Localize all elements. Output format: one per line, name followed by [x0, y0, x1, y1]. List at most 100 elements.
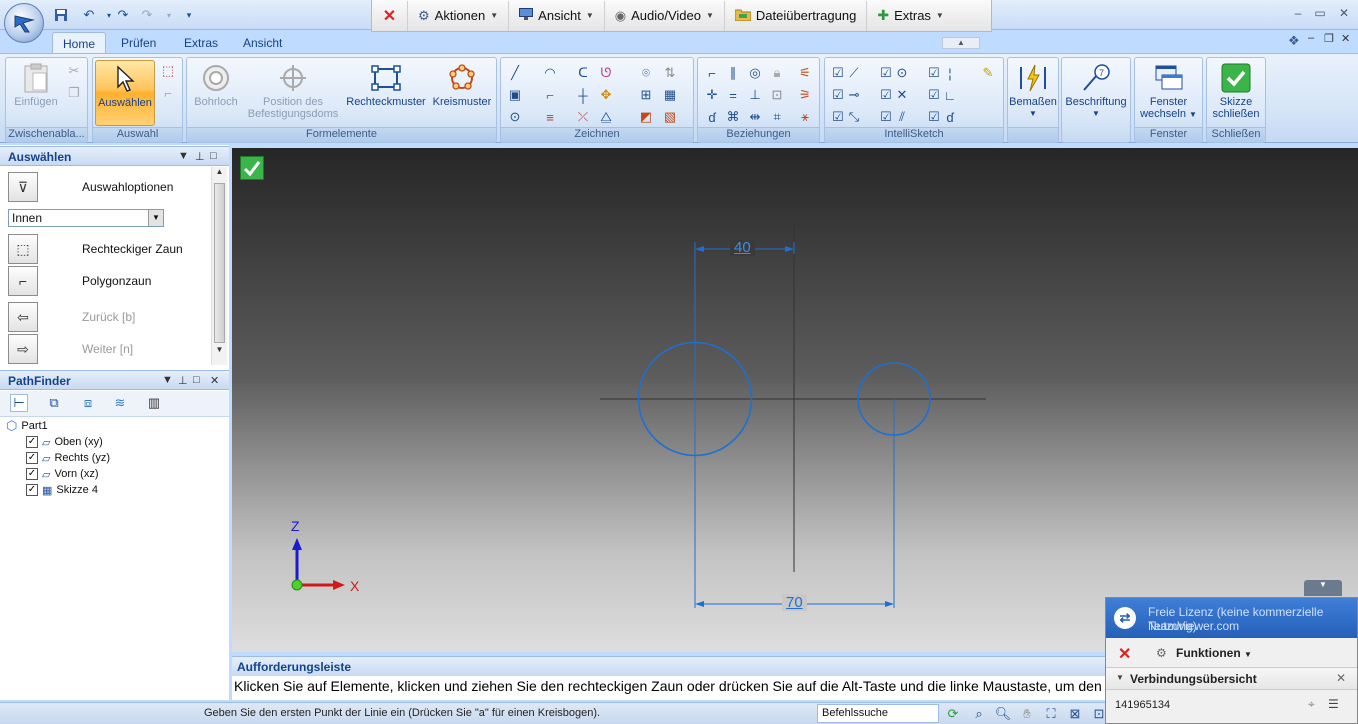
refresh-icon[interactable]: ⟳ — [944, 705, 962, 723]
maximize-icon[interactable]: ▭ — [1310, 6, 1330, 22]
fillet-icon[interactable]: ⌐ — [541, 86, 559, 104]
tab-ansicht[interactable]: Ansicht — [233, 32, 292, 54]
layers-icon[interactable]: ≋ — [111, 394, 129, 412]
rect-fence-row[interactable]: ⬚ Rechteckiger Zaun — [8, 234, 208, 264]
close-icon[interactable]: ✕ — [1118, 644, 1131, 664]
circle-icon[interactable]: ⊙ — [506, 108, 524, 126]
pin-icon[interactable]: ⊥ — [195, 150, 205, 163]
panel-menu-icon[interactable]: ▼ — [178, 150, 189, 162]
undo-icon[interactable]: ↶ — [80, 6, 98, 24]
tv-menu-aktionen[interactable]: ⚙ Aktionen ▼ — [408, 0, 510, 31]
concentric-icon[interactable]: ◎ — [746, 64, 764, 82]
doc-restore-icon[interactable]: ❐ — [1324, 32, 1334, 45]
extend-icon[interactable]: ⤫ — [574, 108, 592, 126]
select-button[interactable]: Auswählen — [95, 60, 155, 126]
application-button[interactable] — [4, 3, 44, 43]
doc-close-icon[interactable]: ✕ — [1341, 32, 1350, 45]
tab-pruefen[interactable]: Prüfen — [111, 32, 166, 54]
intellisketch-options-icon[interactable]: ✎ — [979, 64, 997, 82]
tv-menu-extras[interactable]: ✚ Extras ▼ — [867, 1, 954, 31]
select-options-row[interactable]: ⊽ Auswahloptionen — [8, 172, 208, 202]
rectangle-icon[interactable]: ▣ — [506, 86, 524, 104]
view-orient-icon[interactable]: ⊠ — [1066, 705, 1084, 723]
zoom-icon[interactable]: 🔍︎ — [994, 705, 1012, 723]
help-book-icon[interactable]: ❖ — [1288, 33, 1300, 49]
tree-root[interactable]: ⬡ Part1 — [6, 418, 48, 434]
dimension-button[interactable]: Bemaßen ▼ — [1008, 60, 1058, 126]
visibility-checkbox[interactable]: ✓ — [26, 468, 38, 480]
tab-home[interactable]: Home — [52, 32, 107, 54]
tree-view-icon[interactable]: ⊢ — [10, 394, 28, 412]
close-window-icon[interactable]: ✕ — [1334, 6, 1354, 22]
menu-icon[interactable]: ☰ — [1328, 697, 1339, 711]
tangent-arc-icon[interactable]: ᑕ — [574, 64, 592, 82]
project-icon[interactable]: ⌾ — [637, 64, 655, 82]
pin-icon[interactable]: ⊥ — [178, 374, 188, 387]
save-icon[interactable] — [52, 6, 70, 24]
collapse-icon[interactable]: ▼ — [1116, 673, 1124, 682]
redo-icon[interactable]: ↷ — [114, 6, 132, 24]
symmetric-icon[interactable]: ⌘ — [724, 108, 742, 126]
zoom-area-icon[interactable]: ⌕ — [970, 705, 988, 723]
perpendicular-icon[interactable]: ⊥ — [746, 86, 764, 104]
rect-pattern-button[interactable]: Rechteckmuster — [343, 60, 429, 126]
horizontal-vertical-icon[interactable]: ✛ — [703, 86, 721, 104]
equal-icon[interactable]: = — [724, 86, 742, 104]
panel-menu-icon[interactable]: ▼ — [162, 374, 173, 386]
hatch-icon[interactable]: ▧ — [661, 108, 679, 126]
arc-icon[interactable]: ◠ — [541, 64, 559, 82]
include-icon[interactable]: ⊞ — [637, 86, 655, 104]
move-icon[interactable]: ✥ — [597, 86, 615, 104]
close-icon[interactable]: ✕ — [372, 0, 408, 31]
collinear-icon[interactable]: ⌗ — [768, 108, 786, 126]
tab-extras[interactable]: Extras — [174, 32, 228, 54]
scroll-down-icon[interactable]: ▼ — [212, 345, 227, 359]
pan-icon[interactable]: ✋︎ — [1018, 705, 1036, 723]
fill-icon[interactable]: ◩ — [637, 108, 655, 126]
tv-menu-dateiuebertragung[interactable]: Dateiübertragung — [725, 0, 868, 31]
line-icon[interactable]: ╱ — [506, 64, 524, 82]
tree-item[interactable]: ✓ ▱ Vorn (xz) — [26, 466, 98, 482]
doc-minimize-icon[interactable]: – — [1308, 32, 1314, 44]
assembly-icon[interactable]: ⧈ — [79, 394, 97, 412]
customize-qat-icon[interactable]: ▾ — [180, 6, 198, 24]
tree-item[interactable]: ✓ ▱ Oben (xy) — [26, 434, 103, 450]
trim-icon[interactable]: ┼ — [574, 86, 592, 104]
tree-item[interactable]: ✓ ▦ Skizze 4 — [26, 482, 98, 498]
panel-float-icon[interactable]: □ — [210, 150, 217, 162]
tv-panel-toggle-icon[interactable]: ▼ — [1304, 580, 1342, 596]
visibility-checkbox[interactable]: ✓ — [26, 452, 38, 464]
tree-item[interactable]: ✓ ▱ Rechts (yz) — [26, 450, 110, 466]
poly-fence-row[interactable]: ⌐ Polygonzaun — [8, 266, 208, 296]
scrollbar[interactable]: ▲ ▼ — [211, 167, 227, 365]
tv-connection-row[interactable]: 141965134 ⌖ ☰ — [1106, 690, 1357, 720]
symmetry-axis-icon[interactable]: ⇹ — [746, 108, 764, 126]
tv-menu-ansicht[interactable]: Ansicht ▼ — [509, 0, 605, 31]
sketch-view-icon[interactable]: ▥ — [145, 394, 163, 412]
annotation-button[interactable]: 7 Beschriftung ▼ — [1062, 60, 1130, 126]
hole-button[interactable]: Bohrloch — [189, 60, 243, 126]
panel-close-icon[interactable]: ✕ — [210, 374, 219, 387]
select-filter-icon[interactable]: ⬚ — [159, 62, 177, 80]
boss-position-button[interactable]: Position des Befestigungsdoms — [243, 60, 343, 126]
graphics-viewport[interactable]: 40 70 Z X — [232, 148, 1358, 652]
scroll-thumb[interactable] — [214, 183, 225, 343]
relation-handles-icon[interactable]: ⚹ — [796, 108, 814, 126]
tv-menu-audio-video[interactable]: ◉ Audio/Video ▼ — [605, 0, 725, 31]
dimension-value-40[interactable]: 40 — [730, 239, 755, 256]
chevron-down-icon[interactable]: ▼ — [148, 210, 163, 226]
curve-icon[interactable]: ᘎ — [597, 64, 615, 82]
dimension-value-70[interactable]: 70 — [782, 594, 807, 611]
connect-icon[interactable]: ⌐ — [703, 64, 721, 82]
fit-icon[interactable]: ⛶ — [1042, 705, 1060, 723]
minimize-icon[interactable]: – — [1288, 6, 1308, 22]
paste-button[interactable]: Einfügen — [9, 60, 63, 126]
circ-pattern-button[interactable]: Kreismuster — [429, 60, 495, 126]
features-view-icon[interactable]: ⧉ — [45, 394, 63, 412]
tv-functions-menu[interactable]: Funktionen ▼ — [1176, 646, 1252, 660]
close-icon[interactable]: ✕ — [1336, 671, 1346, 685]
command-search-input[interactable]: Befehlssuche — [817, 704, 939, 723]
tag-icon[interactable]: ⌖ — [1308, 697, 1315, 712]
maintain-relations-icon[interactable]: ⚞ — [796, 86, 814, 104]
pattern-table-icon[interactable]: ▦ — [661, 86, 679, 104]
